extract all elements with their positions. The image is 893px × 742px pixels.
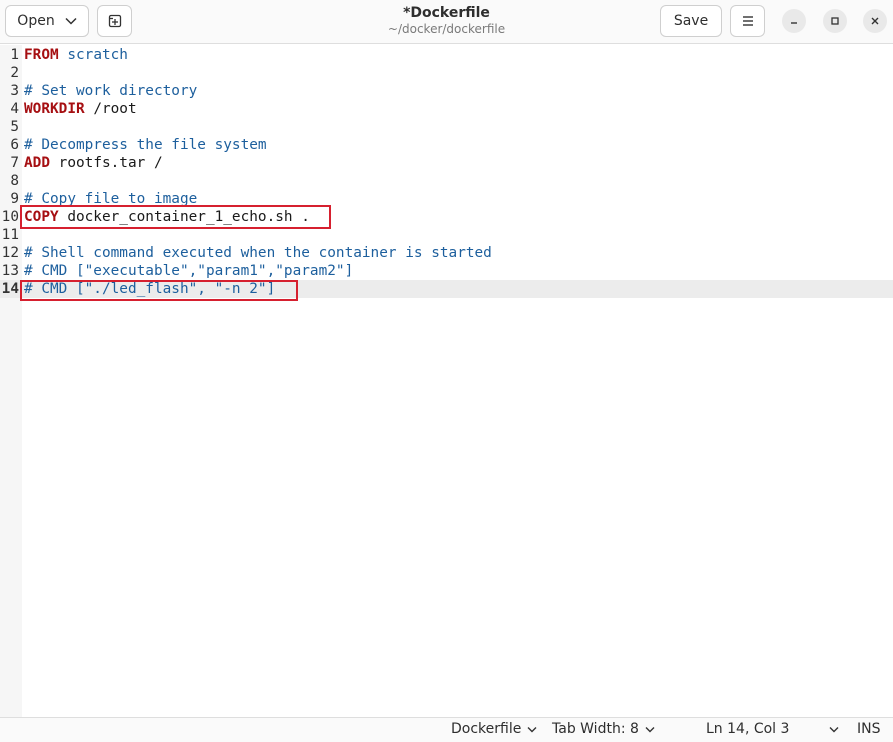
insert-mode-label: INS xyxy=(857,721,881,737)
line-content: FROM scratch xyxy=(24,46,128,64)
header-bar: Open *Dockerfile ~/docker/dockerfile Sav… xyxy=(0,0,893,44)
window-title-area: *Dockerfile ~/docker/dockerfile xyxy=(300,5,593,37)
code-line[interactable]: 7 ADD rootfs.tar / xyxy=(0,154,893,172)
code-line[interactable]: 6 # Decompress the file system xyxy=(0,136,893,154)
line-number: 5 xyxy=(10,119,19,135)
new-tab-button[interactable] xyxy=(97,5,132,37)
code-line[interactable]: 4 WORKDIR /root xyxy=(0,100,893,118)
code-line[interactable]: 2 xyxy=(0,64,893,82)
maximize-button[interactable] xyxy=(823,9,847,33)
line-content: # Set work directory xyxy=(24,82,197,100)
line-number: 4 xyxy=(10,101,19,117)
highlight-box-cmd-line xyxy=(20,280,298,301)
chevron-down-icon xyxy=(829,726,839,732)
chevron-down-icon xyxy=(527,726,537,732)
minimize-icon xyxy=(791,22,797,24)
line-number: 14 xyxy=(1,281,19,297)
highlight-box-copy-line xyxy=(20,205,331,229)
line-number: 7 xyxy=(10,155,19,171)
code-token: rootfs.tar / xyxy=(50,155,163,171)
tab-width-label: Tab Width: 8 xyxy=(552,721,639,737)
chevron-down-icon xyxy=(645,726,655,732)
chevron-down-icon xyxy=(65,17,77,25)
line-number: 1 xyxy=(10,47,19,63)
keyword-token: FROM xyxy=(24,47,59,63)
code-line[interactable]: 8 xyxy=(0,172,893,190)
line-number: 9 xyxy=(10,191,19,207)
comment-token: # CMD ["executable","param1","param2"] xyxy=(24,263,354,279)
code-line[interactable]: 12 # Shell command executed when the cont… xyxy=(0,244,893,262)
comment-token: # Set work directory xyxy=(24,83,198,99)
hamburger-menu-icon xyxy=(742,16,753,26)
line-content: WORKDIR /root xyxy=(24,100,137,118)
line-number: 6 xyxy=(10,137,19,153)
cursor-position-selector[interactable]: Ln 14, Col 3 xyxy=(706,721,839,737)
main-menu-button[interactable] xyxy=(730,5,765,37)
line-number: 12 xyxy=(1,245,19,261)
line-content: # Decompress the file system xyxy=(24,136,267,154)
comment-token: # Shell command executed when the contai… xyxy=(24,245,492,261)
line-number: 2 xyxy=(10,65,19,81)
line-number: 11 xyxy=(1,227,19,243)
line-number: 10 xyxy=(1,209,19,225)
line-content: # Shell command executed when the contai… xyxy=(24,244,492,262)
close-button[interactable] xyxy=(863,9,887,33)
language-label: Dockerfile xyxy=(451,721,522,737)
line-number: 8 xyxy=(10,173,19,189)
new-tab-icon xyxy=(108,14,121,28)
line-content: # CMD ["executable","param1","param2"] xyxy=(24,262,353,280)
comment-token: # Decompress the file system xyxy=(24,137,267,153)
tab-width-selector[interactable]: Tab Width: 8 xyxy=(552,721,655,737)
keyword-token: WORKDIR xyxy=(24,101,85,117)
code-token: scratch xyxy=(67,47,128,63)
maximize-icon xyxy=(831,17,839,25)
save-button-label: Save xyxy=(673,13,709,29)
code-line[interactable]: 5 xyxy=(0,118,893,136)
code-line[interactable]: 3 # Set work directory xyxy=(0,82,893,100)
insert-mode-indicator[interactable]: INS xyxy=(857,721,881,737)
open-button[interactable]: Open xyxy=(5,5,89,37)
text-editor-area[interactable]: 1 FROM scratch 2 3 # Set work directory 4 WORK… xyxy=(0,45,893,717)
language-selector[interactable]: Dockerfile xyxy=(451,721,537,737)
save-button[interactable]: Save xyxy=(660,5,722,37)
status-bar: Dockerfile Tab Width: 8 Ln 14, Col 3 INS xyxy=(0,717,893,742)
window-subtitle: ~/docker/dockerfile xyxy=(387,22,506,36)
line-number: 13 xyxy=(1,263,19,279)
minimize-button[interactable] xyxy=(782,9,806,33)
cursor-position-label: Ln 14, Col 3 xyxy=(706,721,790,737)
line-content: ADD rootfs.tar / xyxy=(24,154,163,172)
line-number: 3 xyxy=(10,83,19,99)
code-token: /root xyxy=(84,101,137,117)
open-button-label: Open xyxy=(17,13,55,29)
window-title: *Dockerfile xyxy=(403,5,490,21)
keyword-token: ADD xyxy=(24,155,50,171)
close-icon xyxy=(871,17,879,25)
code-line[interactable]: 13 # CMD ["executable","param1","param2"] xyxy=(0,262,893,280)
code-line[interactable]: 1 FROM scratch xyxy=(0,46,893,64)
